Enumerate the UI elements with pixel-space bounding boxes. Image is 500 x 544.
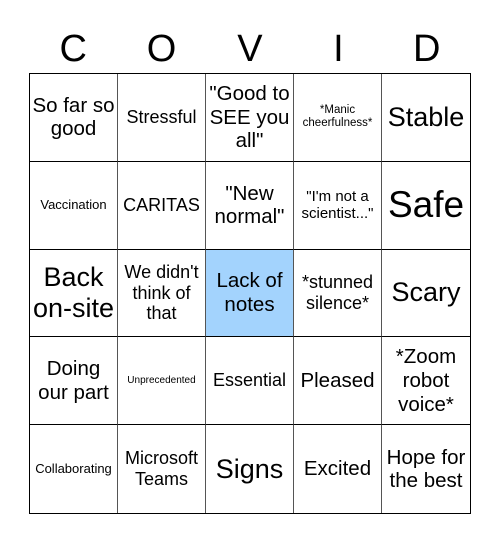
header-letter: V bbox=[237, 28, 263, 70]
bingo-cell[interactable]: *stunned silence* bbox=[294, 249, 382, 338]
bingo-cell[interactable]: Essential bbox=[206, 337, 294, 426]
header-letter: C bbox=[59, 28, 87, 70]
bingo-cell[interactable]: So far so good bbox=[30, 74, 118, 162]
header-letter: O bbox=[146, 28, 177, 70]
bingo-cell[interactable]: Lack of notes bbox=[206, 249, 294, 338]
bingo-header: C O V I D bbox=[29, 24, 471, 74]
bingo-cell[interactable]: Safe bbox=[382, 162, 470, 250]
bingo-cell-text: "New normal" bbox=[214, 181, 285, 229]
bingo-cell[interactable]: Microsoft Teams bbox=[118, 425, 206, 513]
bingo-cell-text: Collaborating bbox=[35, 460, 112, 476]
bingo-card: So far so good Stressful "Good to SEE you … bbox=[29, 73, 471, 514]
bingo-cell[interactable]: Back on-site bbox=[30, 249, 118, 338]
bingo-cell-text: So far so good bbox=[32, 93, 115, 141]
bingo-cell[interactable]: *Manic cheerfulness* bbox=[294, 74, 382, 162]
bingo-cell-text: Signs bbox=[215, 453, 284, 484]
bingo-cell[interactable]: *Zoom robot voice* bbox=[382, 337, 470, 426]
header-letter: I bbox=[333, 28, 344, 70]
bingo-cell[interactable]: Scary bbox=[382, 250, 470, 338]
bingo-cell-text: Stressful bbox=[126, 107, 197, 128]
bingo-cell[interactable]: Excited bbox=[294, 425, 382, 513]
bingo-cell[interactable]: Doing our part bbox=[30, 337, 118, 426]
bingo-cell[interactable]: "I'm not a scientist..." bbox=[294, 161, 382, 250]
bingo-cell[interactable]: Signs bbox=[206, 425, 294, 513]
bingo-cell-text: Unprecedented bbox=[127, 375, 196, 387]
bingo-cell[interactable]: Stressful bbox=[118, 74, 206, 162]
bingo-cell-text: *stunned silence* bbox=[301, 272, 374, 313]
bingo-cell-text: Lack of notes bbox=[216, 269, 283, 316]
bingo-cell-text: Stable bbox=[387, 101, 465, 132]
bingo-cell-text: Hope for the best bbox=[386, 445, 466, 493]
bingo-cell-text: Scary bbox=[391, 277, 461, 308]
bingo-cell[interactable]: Vaccination bbox=[30, 161, 118, 250]
bingo-cell-text: Excited bbox=[303, 457, 372, 481]
header-letter: D bbox=[413, 28, 441, 70]
bingo-cell[interactable]: Unprecedented bbox=[118, 337, 206, 426]
bingo-cell-text: We didn't think of that bbox=[124, 261, 199, 324]
bingo-cell[interactable]: Collaborating bbox=[30, 425, 118, 513]
bingo-cell-text: Pleased bbox=[300, 369, 375, 392]
bingo-cell-text: Back on-site bbox=[32, 261, 115, 323]
bingo-cell[interactable]: "Good to SEE you all" bbox=[206, 74, 294, 162]
bingo-cell[interactable]: "New normal" bbox=[206, 161, 294, 250]
bingo-cell[interactable]: CARITAS bbox=[118, 161, 206, 250]
bingo-cell-text: "Good to SEE you all" bbox=[209, 82, 290, 153]
bingo-cell-text: Microsoft Teams bbox=[124, 448, 198, 490]
bingo-cell-text: Vaccination bbox=[40, 196, 107, 212]
bingo-cell[interactable]: Stable bbox=[382, 74, 470, 162]
bingo-cell-text: "I'm not a scientist..." bbox=[301, 187, 374, 223]
bingo-cell-text: CARITAS bbox=[123, 194, 200, 215]
bingo-cell[interactable]: Pleased bbox=[294, 337, 382, 426]
bingo-cell[interactable]: We didn't think of that bbox=[118, 249, 206, 338]
bingo-cell-text: Safe bbox=[387, 183, 465, 225]
bingo-cell-text: *Zoom robot voice* bbox=[395, 345, 457, 416]
bingo-cell-text: Essential bbox=[212, 370, 287, 391]
bingo-cell-text: Doing our part bbox=[38, 357, 109, 404]
bingo-cell[interactable]: Hope for the best bbox=[382, 425, 470, 513]
bingo-cell-text: *Manic cheerfulness* bbox=[302, 104, 373, 130]
